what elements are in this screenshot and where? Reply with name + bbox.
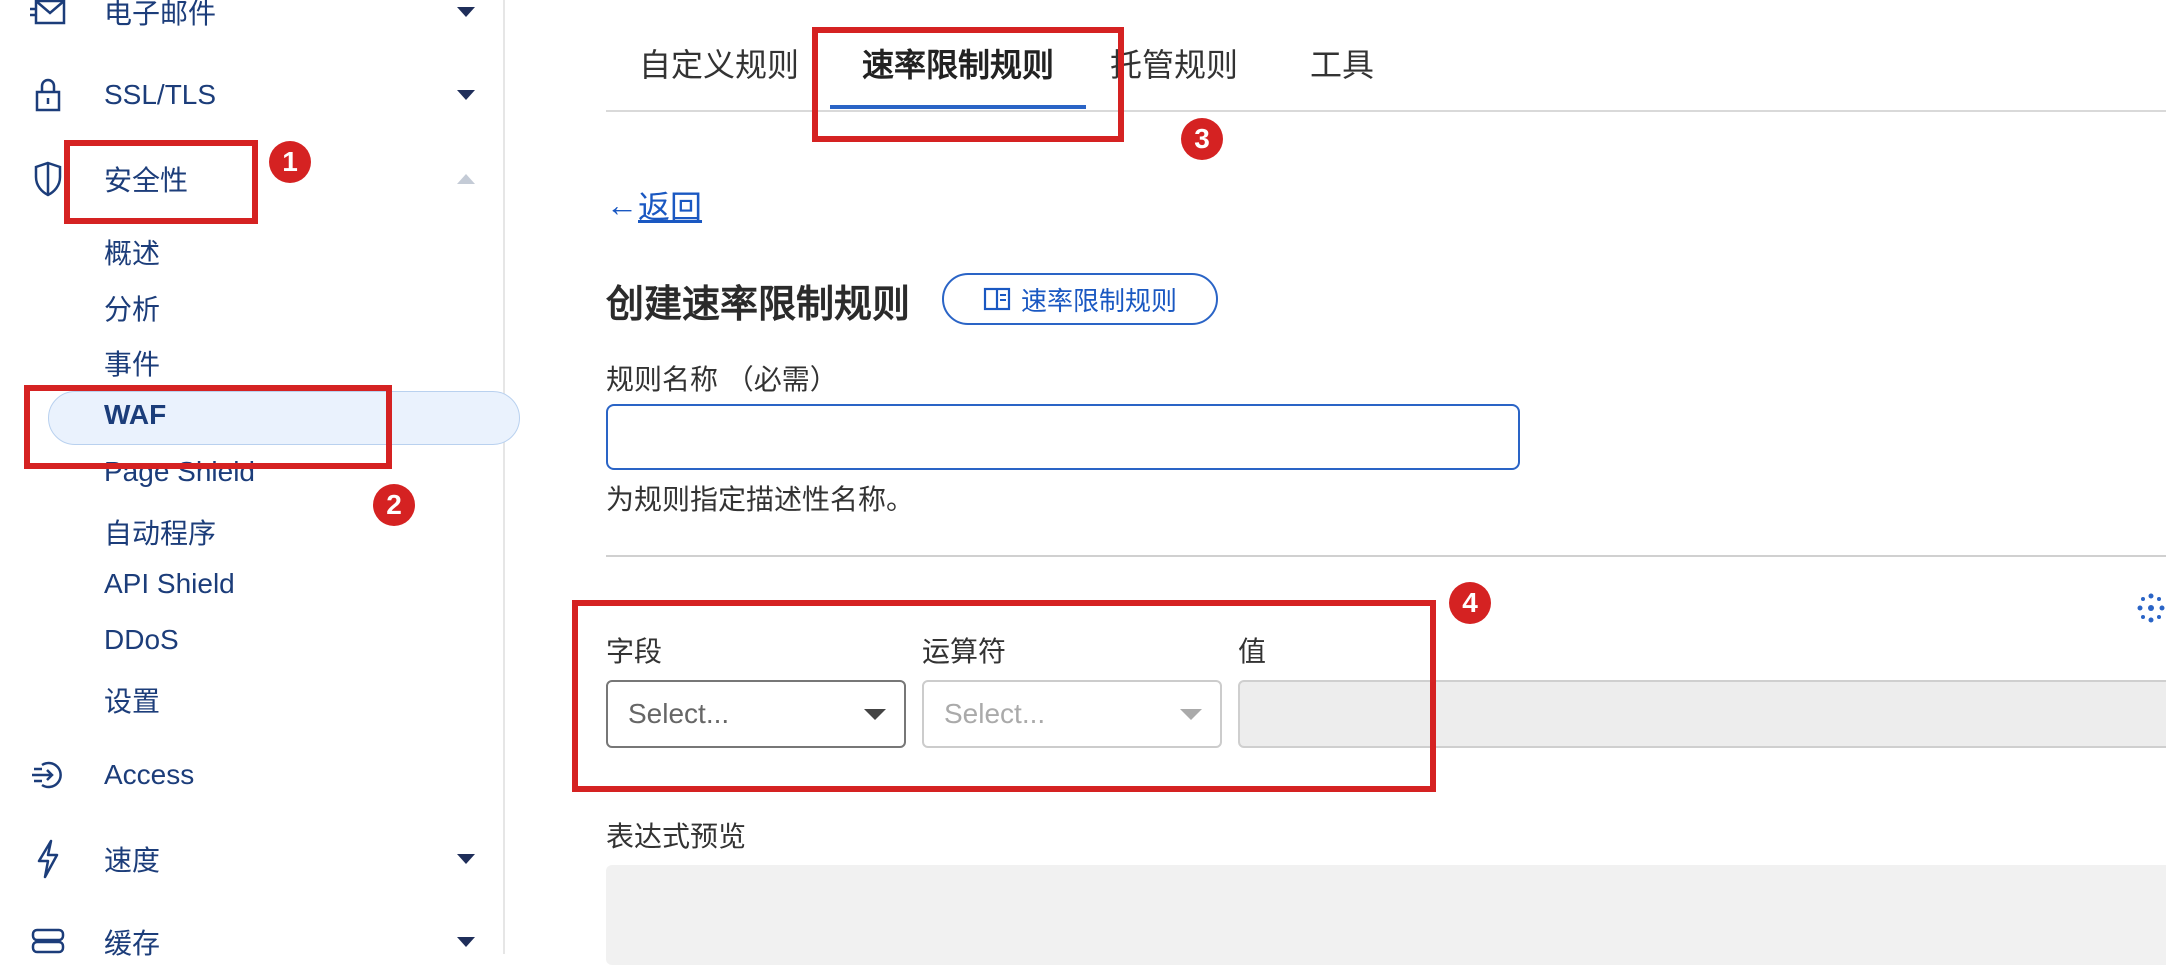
- annotation-box-expression: [572, 600, 1436, 792]
- annotation-badge-4: 4: [1449, 582, 1491, 624]
- sidebar-subitem-ddos[interactable]: DDoS: [104, 624, 179, 656]
- sidebar-subitem-settings[interactable]: 设置: [104, 680, 160, 720]
- lock-icon: [30, 77, 66, 113]
- tab-managed-rules[interactable]: 托管规则: [1110, 40, 1238, 86]
- mail-icon: [30, 0, 66, 30]
- annotation-box-security: [64, 140, 258, 224]
- sidebar-item-ssl-tls[interactable]: SSL/TLS: [0, 65, 503, 125]
- back-link[interactable]: ← 返回: [606, 182, 702, 228]
- annotation-badge-3: 3: [1181, 118, 1223, 160]
- documentation-button-label: 速率限制规则: [1020, 285, 1177, 316]
- chevron-down-icon: [457, 854, 475, 864]
- sidebar-subitem-analytics[interactable]: 分析: [104, 288, 160, 328]
- sidebar-item-label: Access: [104, 759, 195, 790]
- sidebar-item-label: 速度: [104, 845, 161, 876]
- annotation-badge-2: 2: [373, 484, 415, 526]
- rule-name-input[interactable]: [606, 404, 1520, 470]
- sidebar-item-access[interactable]: Access: [0, 745, 503, 805]
- page-title: 创建速率限制规则: [606, 284, 911, 326]
- sidebar-item-speed[interactable]: 速度: [0, 829, 503, 889]
- sidebar-subitem-events[interactable]: 事件: [104, 343, 160, 383]
- rule-name-label: 规则名称 （必需）: [606, 364, 838, 395]
- sidebar-item-label: SSL/TLS: [104, 79, 217, 110]
- arrow-left-icon: ←: [606, 186, 638, 223]
- documentation-button[interactable]: 速率限制规则: [942, 273, 1218, 325]
- rule-name-help-text: 为规则指定描述性名称。: [606, 484, 915, 515]
- sidebar-item-cache[interactable]: 缓存: [0, 912, 503, 972]
- sidebar-subitem-overview[interactable]: 概述: [104, 232, 160, 272]
- annotation-box-tab: [812, 27, 1124, 142]
- chevron-down-icon: [457, 7, 475, 17]
- lightning-icon: [30, 839, 66, 879]
- shield-icon: [30, 161, 66, 197]
- sidebar-item-label: 电子邮件: [104, 0, 217, 29]
- annotation-badge-1: 1: [269, 141, 311, 183]
- sidebar-item-email[interactable]: 电子邮件: [0, 0, 503, 42]
- sidebar-item-label: 缓存: [104, 928, 161, 959]
- cache-icon: [30, 924, 66, 960]
- book-icon: [983, 286, 1011, 312]
- sparkle-icon[interactable]: [2136, 592, 2166, 631]
- access-icon: [30, 757, 66, 793]
- annotation-box-waf: [24, 385, 392, 469]
- chevron-down-icon: [457, 937, 475, 947]
- sidebar-subitem-bots[interactable]: 自动程序: [104, 512, 216, 552]
- back-link-label: 返回: [638, 189, 703, 225]
- chevron-down-icon: [457, 90, 475, 100]
- chevron-up-icon: [457, 174, 475, 184]
- expression-preview-box: [606, 865, 2166, 965]
- section-divider: [606, 555, 2166, 557]
- tab-custom-rules[interactable]: 自定义规则: [639, 40, 799, 86]
- tab-tools[interactable]: 工具: [1310, 40, 1374, 86]
- sidebar-subitem-api-shield[interactable]: API Shield: [104, 568, 235, 600]
- expression-preview-label: 表达式预览: [606, 821, 747, 852]
